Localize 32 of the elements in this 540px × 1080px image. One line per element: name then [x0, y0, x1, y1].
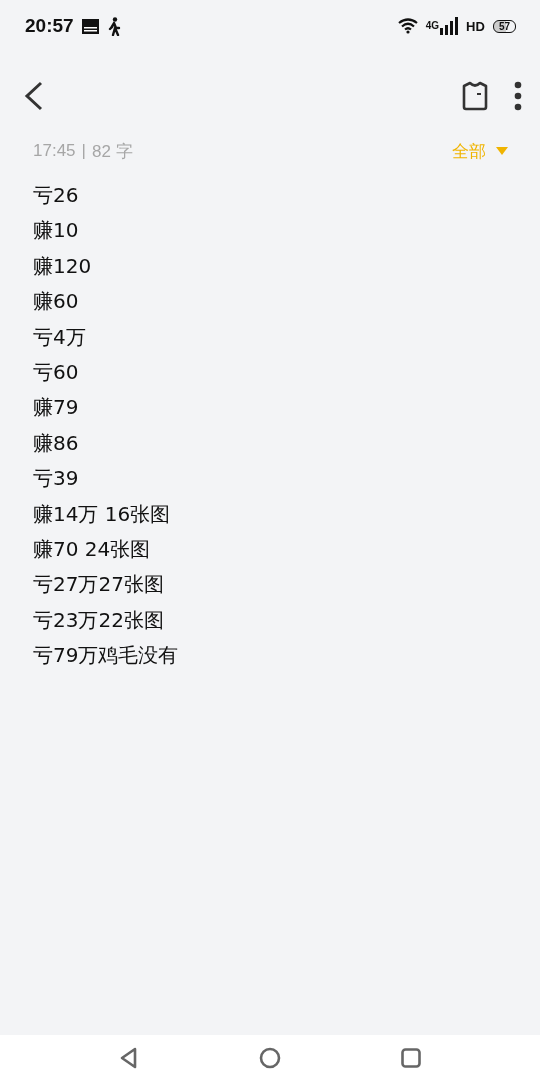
note-line: 亏60 — [33, 359, 79, 387]
character-count: 82 字 — [91, 140, 133, 163]
more-options-button[interactable] — [514, 81, 522, 111]
note-line: 亏27万27张图 — [33, 571, 164, 599]
filter-dropdown[interactable]: 全部 — [452, 139, 508, 163]
battery-indicator: 57 — [492, 19, 516, 33]
note-line: 赚79 — [33, 394, 79, 422]
note-line: 亏79万鸡毛没有 — [33, 642, 179, 670]
note-line: 亏39 — [33, 465, 79, 493]
note-line: 赚86 — [33, 429, 79, 457]
note-line: 赚14万 16张图 — [33, 500, 171, 528]
note-line: 赚60 — [33, 288, 79, 316]
note-line: 赚120 — [33, 252, 92, 280]
news-icon — [81, 18, 99, 34]
note-line: 赚10 — [33, 217, 79, 245]
hd-label: HD — [466, 19, 485, 33]
status-time: 20:57 — [25, 15, 74, 37]
network-label: 4G — [425, 21, 440, 31]
home-button[interactable] — [259, 1046, 281, 1069]
note-line: 亏23万22张图 — [33, 606, 164, 634]
note-line: 亏4万 — [33, 323, 86, 351]
edit-time: 17:45 — [33, 141, 76, 161]
recents-button[interactable] — [401, 1047, 421, 1068]
dropdown-caret-icon — [496, 147, 508, 155]
walking-icon — [106, 16, 121, 36]
wifi-icon — [397, 18, 418, 34]
nav-back-button[interactable] — [119, 1046, 139, 1069]
signal-icon — [440, 17, 459, 35]
note-line: 亏26 — [33, 182, 79, 209]
meta-separator: | — [81, 141, 86, 161]
note-line: 赚70 24张图 — [33, 536, 151, 564]
bag-icon[interactable] — [460, 81, 490, 111]
